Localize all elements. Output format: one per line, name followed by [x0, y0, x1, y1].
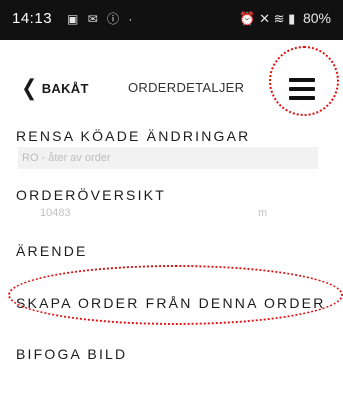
menu-item-clear-queued-changes[interactable]: RENSA KÖADE ÄNDRINGAR — [16, 128, 250, 144]
annotation-circle-menu-item — [8, 265, 343, 325]
overflow-menu: RENSA KÖADE ÄNDRINGAR ORDERÖVERSIKT ÄREN… — [0, 0, 343, 399]
menu-item-case[interactable]: ÄRENDE — [16, 243, 88, 259]
menu-item-attach-image[interactable]: BIFOGA BILD — [16, 346, 127, 362]
menu-item-order-overview[interactable]: ORDERÖVERSIKT — [16, 187, 166, 203]
